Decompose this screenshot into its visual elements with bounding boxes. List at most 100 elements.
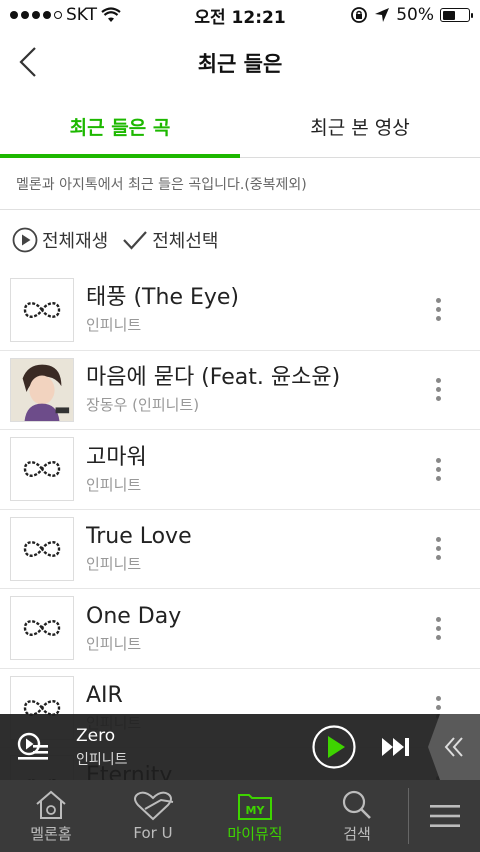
song-info: 태풍 (The Eye) 인피니트: [86, 284, 418, 335]
album-art: [10, 596, 74, 661]
song-row[interactable]: 마음에 묻다 (Feat. 윤소윤) 장동우 (인피니트): [0, 349, 480, 430]
list-actions: 전체재생 전체선택: [0, 210, 480, 270]
signal-strength-icon: [10, 11, 62, 19]
more-dot: [435, 696, 441, 702]
nav-label-for-u: For U: [133, 824, 173, 842]
more-options-button[interactable]: [418, 519, 458, 579]
back-button[interactable]: [8, 42, 48, 82]
nav-label-search: 검색: [343, 824, 371, 843]
collapse-player-button[interactable]: [428, 714, 480, 780]
song-title: 마음에 묻다 (Feat. 윤소윤): [86, 365, 341, 391]
tab-recent-videos[interactable]: 최근 본 영상: [240, 96, 480, 157]
page-title: 최근 들은: [197, 52, 283, 76]
my-music-badge: MY: [246, 804, 266, 817]
more-dot: [435, 466, 441, 472]
song-artist: 인피니트: [86, 555, 142, 574]
more-dot: [435, 555, 441, 561]
more-dot: [435, 616, 441, 622]
song-artist: 장동우 (인피니트): [86, 396, 200, 415]
my-music-icon: MY: [238, 793, 272, 820]
more-dot: [435, 634, 441, 640]
album-art: [10, 277, 74, 342]
more-dot: [435, 378, 441, 384]
more-dot: [435, 307, 441, 313]
more-options-button[interactable]: [418, 280, 458, 340]
skip-next-icon: [382, 738, 409, 756]
status-left: SKT: [10, 5, 180, 25]
next-track-button[interactable]: [376, 727, 416, 767]
album-art: [10, 437, 74, 502]
nav-item-search[interactable]: 검색: [306, 780, 408, 852]
more-dot: [435, 396, 441, 402]
album-art: [10, 516, 74, 581]
more-dot: [435, 457, 441, 463]
more-options-button[interactable]: [418, 360, 458, 420]
song-title: One Day: [86, 603, 182, 629]
hamburger-menu-icon: [429, 805, 460, 827]
song-row[interactable]: One Day 인피니트: [0, 588, 480, 668]
nav-item-melon-home[interactable]: 멜론홈: [0, 780, 102, 852]
nav-item-my-music[interactable]: MY 마이뮤직: [204, 780, 306, 852]
song-info: True Love 인피니트: [86, 523, 418, 574]
song-title: AIR: [86, 683, 123, 709]
song-row[interactable]: 고마워 인피니트: [0, 429, 480, 509]
playlist-button[interactable]: [0, 714, 66, 780]
play-all-button[interactable]: 전체재생: [12, 227, 108, 253]
header: 최근 들은: [0, 30, 480, 96]
song-info: 마음에 묻다 (Feat. 윤소윤) 장동우 (인피니트): [86, 364, 418, 415]
select-all-button[interactable]: 전체선택: [122, 227, 219, 253]
location-arrow-icon: [375, 8, 390, 22]
home-icon: [36, 790, 66, 819]
more-dot: [435, 537, 441, 543]
status-right: 50%: [350, 5, 473, 25]
album-art: [10, 357, 74, 422]
more-dot: [435, 705, 441, 711]
more-options-button[interactable]: [418, 439, 458, 499]
now-playing-title: Zero: [76, 725, 116, 746]
tab-recent-songs[interactable]: 최근 들은 곡: [0, 96, 240, 158]
list-description: 멜론과 아지톡에서 최근 들은 곡입니다.(중복제외): [0, 158, 480, 210]
now-playing-info[interactable]: Zero 인피니트: [76, 726, 312, 769]
play-button[interactable]: [312, 725, 356, 769]
song-title: 태풍 (The Eye): [86, 285, 240, 311]
checkmark-icon: [123, 231, 148, 250]
rotation-lock-icon: [351, 7, 368, 23]
more-dot: [435, 475, 441, 481]
now-playing-artist: 인피니트: [76, 751, 128, 768]
song-list: 태풍 (The Eye) 인피니트 마음에 묻다 (Feat. 윤소윤) 장동우 (인…: [0, 270, 480, 782]
chevron-left-icon: [19, 47, 36, 77]
play-all-label: 전체재생: [42, 231, 109, 252]
song-artist: 인피니트: [86, 634, 142, 653]
for-u-icon: [134, 791, 174, 821]
more-dot: [435, 316, 441, 322]
battery-percent: 50%: [396, 5, 434, 25]
nav-label-my-music: 마이뮤직: [227, 824, 283, 843]
song-row[interactable]: 태풍 (The Eye) 인피니트: [0, 270, 480, 350]
wifi-icon: [101, 7, 121, 22]
more-dot: [435, 387, 441, 393]
more-dot: [435, 625, 441, 631]
battery-icon: [440, 8, 473, 22]
song-info: One Day 인피니트: [86, 603, 418, 654]
search-icon: [342, 790, 371, 819]
play-circle-icon: [12, 227, 38, 253]
playlist-icon: [17, 732, 48, 760]
carrier-label: SKT: [66, 5, 98, 25]
nav-label-melon-home: 멜론홈: [30, 824, 72, 843]
status-bar: SKT 오전 12:21 50%: [0, 0, 480, 30]
bottom-nav: 멜론홈 For U MY 마이뮤직 검색: [0, 780, 480, 852]
double-chevron-left-icon: [444, 737, 463, 757]
more-dot: [435, 298, 441, 304]
select-all-label: 전체선택: [152, 231, 219, 252]
more-dot: [435, 546, 441, 552]
mini-player: Zero 인피니트: [0, 714, 480, 780]
song-title: 고마워: [86, 444, 147, 470]
more-options-button[interactable]: [418, 598, 458, 658]
song-row[interactable]: True Love 인피니트: [0, 508, 480, 589]
song-title: True Love: [86, 524, 192, 550]
menu-button[interactable]: [409, 780, 480, 852]
tab-bar: 최근 들은 곡 최근 본 영상: [0, 96, 480, 158]
song-artist: 인피니트: [86, 316, 142, 335]
nav-item-for-u[interactable]: For U: [102, 780, 204, 852]
song-info: 고마워 인피니트: [86, 444, 418, 495]
